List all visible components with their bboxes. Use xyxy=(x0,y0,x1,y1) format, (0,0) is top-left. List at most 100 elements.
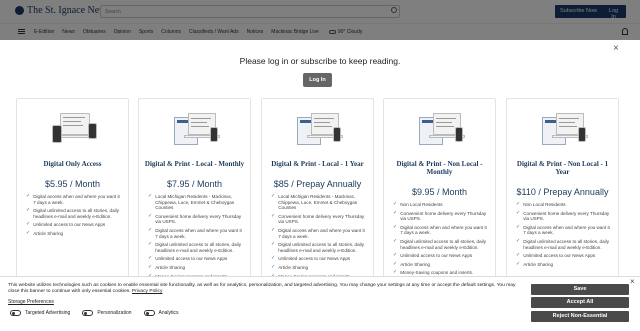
check-icon: ✓ xyxy=(148,241,153,248)
targeted-advertising-label: Targeted Advertising xyxy=(25,310,71,316)
cookie-accept-all-button[interactable]: Accept All xyxy=(531,297,629,308)
plan-feature: ✓ Digital access when and where you want … xyxy=(393,223,490,236)
newspaper-devices-illustration xyxy=(540,111,588,147)
check-icon: ✓ xyxy=(516,260,521,267)
check-icon: ✓ xyxy=(393,252,398,259)
check-icon: ✓ xyxy=(271,263,276,270)
plan-feature: ✓ Digital unlimited access to all stories… xyxy=(26,207,123,219)
plan-feature-text: Local Michigan Residents - Mackinac, Chi… xyxy=(278,194,358,211)
plan-feature: ✓ Local Michigan Residents - Mackinac, Ch… xyxy=(148,193,245,211)
plan-feature-text: Digital access when and where you want i… xyxy=(155,227,242,239)
plan-price: $110 / Prepay Annually xyxy=(516,187,609,197)
page-overlay xyxy=(0,0,640,40)
plan-feature-text: Convenient home delivery every Thursday … xyxy=(278,213,365,225)
plan-feature: ✓ Digital unlimited access to all stories… xyxy=(516,237,613,250)
plan-price: $9.95 / Month xyxy=(411,187,468,197)
plan-feature-text: Unlimited access to our News Apps xyxy=(400,253,473,259)
plan-feature: ✓ Convenient home delivery every Thursday… xyxy=(271,213,368,225)
plan-title: Digital Only Access xyxy=(43,160,102,168)
plan-feature-text: Article Sharing xyxy=(278,264,309,270)
personalization-label: Personalization xyxy=(97,310,132,316)
check-icon: ✓ xyxy=(516,223,521,230)
cookie-save-button[interactable]: Save xyxy=(531,284,629,295)
plan-feature: ✓ Unlimited access to our News Apps xyxy=(516,253,613,259)
plan-title: Digital & Print - Local - 1 Year xyxy=(271,160,364,168)
analytics-label: Analytics xyxy=(158,310,179,316)
plan-feature-text: Convenient home delivery every Thursday … xyxy=(523,210,610,222)
plan-feature-text: Digital access when and where you want i… xyxy=(33,194,120,205)
modal-login-button[interactable]: Log In xyxy=(303,73,332,87)
plan-features: ✓ Non Local Residents ✓ Convenient home del… xyxy=(393,201,490,279)
plan-feature-text: Convenient home delivery every Thursday … xyxy=(400,210,487,222)
plan-feature-text: Unlimited access to our News Apps xyxy=(155,256,228,262)
check-icon: ✓ xyxy=(516,209,521,216)
plan-feature-text: Convenient home delivery every Thursday … xyxy=(155,213,242,225)
plan-feature-text: Digital unlimited access to all stories,… xyxy=(400,238,486,250)
storage-preferences-link[interactable]: Storage Preferences xyxy=(8,299,54,305)
personalization-toggle[interactable] xyxy=(82,310,94,316)
plan-feature: ✓ Digital unlimited access to all stories… xyxy=(148,241,245,253)
cookie-reject-non-essential-button[interactable]: Reject Non-Essential xyxy=(531,311,629,322)
plan-feature: ✓ Unlimited access to our News Apps xyxy=(393,253,490,259)
cookie-notice-text: This website utilizes technologies such … xyxy=(8,283,516,295)
plan-feature: ✓ Unlimited access to our News Apps xyxy=(148,256,245,262)
plan-feature-text: Unlimited access to our News Apps xyxy=(278,256,351,262)
check-icon: ✓ xyxy=(271,193,276,199)
check-icon: ✓ xyxy=(148,193,153,199)
plan-feature: ✓ Unlimited access to our News Apps xyxy=(271,256,368,262)
check-icon: ✓ xyxy=(393,223,398,230)
check-icon: ✓ xyxy=(148,226,153,233)
plan-feature: ✓ Non Local Residents xyxy=(516,201,613,208)
plan-feature-text: Non Local Residents xyxy=(400,202,443,207)
plan-feature-text: Digital access when and where you want i… xyxy=(400,224,487,236)
plan-feature-text: Unlimited access to our News Apps xyxy=(33,222,106,228)
plan-features: ✓ Digital access when and where you want … xyxy=(26,193,123,240)
newspaper-devices-illustration xyxy=(172,111,220,147)
targeted-advertising-toggle[interactable] xyxy=(10,310,21,316)
check-icon: ✓ xyxy=(271,241,276,248)
plan-feature: ✓ Convenient home delivery every Thursday… xyxy=(393,209,490,222)
newspaper-devices-illustration xyxy=(295,111,343,147)
plan-title: Digital & Print - Local - Monthly xyxy=(144,160,245,168)
devices-illustration xyxy=(50,111,98,147)
plan-features: ✓ Local Michigan Residents - Mackinac, Ch… xyxy=(148,193,245,282)
privacy-policy-link[interactable]: Privacy Policy xyxy=(132,289,162,294)
check-icon: ✓ xyxy=(26,221,31,228)
check-icon: ✓ xyxy=(393,201,398,207)
check-icon: ✓ xyxy=(148,212,153,219)
plan-price: $5.95 / Month xyxy=(44,179,101,189)
cookie-close-icon[interactable]: × xyxy=(630,277,635,286)
plan-feature: ✓ Article Sharing xyxy=(26,229,123,237)
plan-feature: ✓ Non Local Residents xyxy=(393,201,490,208)
plan-feature: ✓ Unlimited access to our News Apps xyxy=(26,222,123,228)
plan-feature-text: Digital access when and where you want i… xyxy=(278,227,365,239)
plan-feature: ✓ Convenient home delivery every Thursday… xyxy=(516,209,613,222)
plan-feature-text: Digital unlimited access to all stories,… xyxy=(33,208,119,219)
plan-feature: ✓ Local Michigan Residents - Mackinac, Ch… xyxy=(271,193,368,211)
plan-feature: ✓ Digital access when and where you want … xyxy=(26,193,123,205)
plan-title: Digital & Print - Non Local - Monthly xyxy=(396,160,483,176)
plan-feature-text: Article Sharing xyxy=(33,230,64,236)
check-icon: ✓ xyxy=(516,252,521,259)
plan-feature-text: Local Michigan Residents - Mackinac, Chi… xyxy=(155,194,235,211)
check-icon: ✓ xyxy=(271,255,276,262)
plan-feature: ✓ Digital unlimited access to all stories… xyxy=(271,241,368,253)
check-icon: ✓ xyxy=(26,229,31,236)
plan-feature: ✓ Digital unlimited access to all stories… xyxy=(393,238,490,250)
plan-feature-text: Digital access when and where you want i… xyxy=(523,224,610,236)
check-icon: ✓ xyxy=(393,209,398,216)
plan-feature: ✓ Digital access when and where you want … xyxy=(271,227,368,239)
plan-feature: ✓ Article Sharing xyxy=(148,263,245,271)
close-icon[interactable]: × xyxy=(613,44,619,54)
plan-features: ✓ Local Michigan Residents - Mackinac, Ch… xyxy=(271,193,368,282)
analytics-toggle[interactable] xyxy=(143,310,155,316)
check-icon: ✓ xyxy=(148,263,153,270)
plan-price: $85 / Prepay Annually xyxy=(273,179,362,189)
plan-feature-text: Article Sharing xyxy=(523,261,554,267)
check-icon: ✓ xyxy=(516,237,521,244)
plan-feature-text: Article Sharing xyxy=(400,261,431,267)
plan-features: ✓ Non Local Residents ✓ Convenient home del… xyxy=(516,201,613,270)
modal-heading: Please log in or subscribe to keep readi… xyxy=(239,56,401,66)
plan-feature-text: Unlimited access to our News Apps xyxy=(523,253,596,259)
cookie-toggles: Targeted Advertising Personalization Ana… xyxy=(8,310,185,316)
